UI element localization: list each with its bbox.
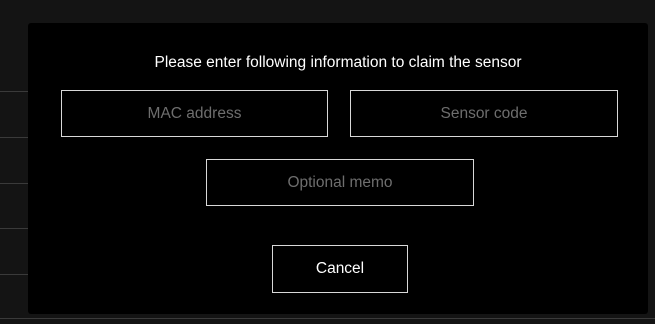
claim-sensor-dialog: Please enter following information to cl…: [28, 23, 648, 314]
sensor-code-input[interactable]: [350, 90, 618, 137]
background-table-divider: [0, 137, 28, 138]
mac-address-input[interactable]: [61, 90, 328, 137]
dialog-title: Please enter following information to cl…: [154, 54, 522, 71]
background-table-divider: [0, 274, 28, 275]
background-table-divider: [0, 91, 28, 92]
background-bottom-divider: [0, 318, 655, 319]
background-table-divider: [0, 228, 28, 229]
optional-memo-input[interactable]: [206, 159, 474, 206]
cancel-button[interactable]: Cancel: [272, 245, 408, 293]
background-table-divider: [0, 183, 28, 184]
